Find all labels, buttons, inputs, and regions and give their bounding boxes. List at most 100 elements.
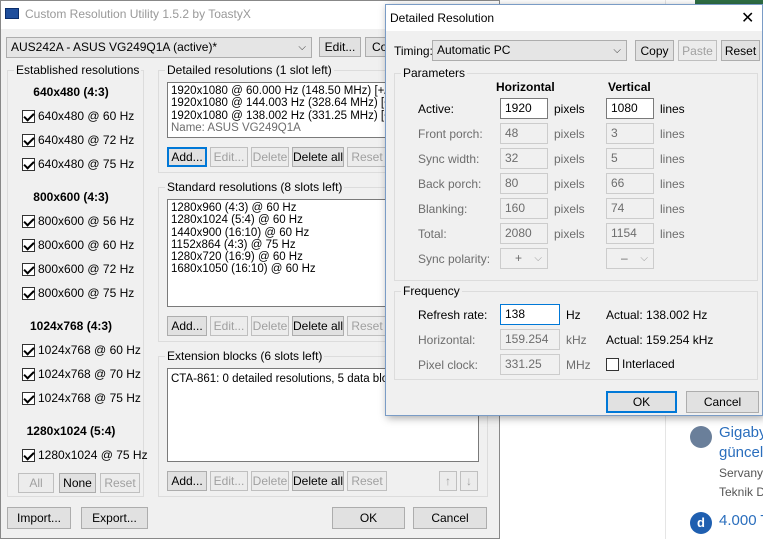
list-item[interactable]: 1920x1080 @ 144.003 Hz (328.64 MHz) [+/-… xyxy=(171,97,390,109)
delete-all-extension-button[interactable]: Delete all xyxy=(292,471,344,491)
checkbox-icon xyxy=(606,357,619,371)
res-label: 640x480 @ 72 Hz xyxy=(38,133,135,147)
param-label: Front porch: xyxy=(418,127,483,141)
list-item-name[interactable]: Name: ASUS VG249Q1A xyxy=(171,122,387,134)
edit-monitor-button[interactable]: Edit... xyxy=(319,37,361,57)
res-label: 640x480 @ 75 Hz xyxy=(38,157,135,171)
delete-extension-button[interactable]: Delete xyxy=(251,471,289,491)
checkbox-icon xyxy=(22,448,35,462)
list-item[interactable]: 1680x1050 (16:10) @ 60 Hz xyxy=(171,263,387,275)
import-button[interactable]: Import... xyxy=(7,507,71,529)
none-button[interactable]: None xyxy=(59,473,96,493)
v-sync-polarity-select[interactable]: – ⌵ xyxy=(606,248,654,269)
edit-extension-button[interactable]: Edit... xyxy=(210,471,248,491)
h-sync-polarity-select[interactable]: + ⌵ xyxy=(500,248,548,269)
checkbox-icon xyxy=(22,343,35,357)
standard-title: Standard resolutions (8 slots left) xyxy=(165,180,345,194)
v-blanking-input[interactable]: 74 xyxy=(606,198,654,219)
timing-label: Timing: xyxy=(394,44,433,58)
checkbox-icon xyxy=(22,238,35,252)
list-item[interactable]: 1920x1080 @ 60.000 Hz (148.50 MHz) [+/+] xyxy=(171,85,390,97)
timing-select[interactable]: Automatic PC ⌵ xyxy=(432,40,627,61)
parameters-title: Parameters xyxy=(401,66,468,80)
res-label: 1024x768 @ 75 Hz xyxy=(38,391,141,405)
reset-extension-button[interactable]: Reset xyxy=(347,471,387,491)
res-checkbox[interactable]: 640x480 @ 60 Hz xyxy=(22,109,134,123)
list-item[interactable]: 1440x900 (16:10) @ 60 Hz xyxy=(171,227,387,239)
standard-list[interactable]: 1280x960 (4:3) @ 60 Hz 1280x1024 (5:4) @… xyxy=(167,199,391,307)
reset-button[interactable]: Reset xyxy=(721,40,760,61)
export-button[interactable]: Export... xyxy=(81,507,148,529)
h-blanking-input[interactable]: 160 xyxy=(500,198,548,219)
reset-standard-button[interactable]: Reset xyxy=(347,316,387,336)
pixel-clock-input[interactable]: 331.25 xyxy=(500,354,560,375)
v-active-input[interactable]: 1080 xyxy=(606,98,654,119)
list-item[interactable]: 1280x720 (16:9) @ 60 Hz xyxy=(171,251,387,263)
cancel-main-button[interactable]: Cancel xyxy=(413,507,487,529)
horizontal-header: Horizontal xyxy=(496,80,555,94)
res-checkbox[interactable]: 800x600 @ 75 Hz xyxy=(22,286,134,300)
h-front-porch-input[interactable]: 48 xyxy=(500,123,548,144)
horizontal-freq-input[interactable]: 159.254 xyxy=(500,329,560,350)
h-unit: pixels xyxy=(554,152,585,166)
edit-detailed-button[interactable]: Edit... xyxy=(210,147,248,167)
list-item[interactable]: 1920x1080 @ 138.002 Hz (331.25 MHz) [+/-… xyxy=(171,110,390,122)
res-checkbox[interactable]: 640x480 @ 72 Hz xyxy=(22,133,134,147)
monitor-select-value: AUS242A - ASUS VG249Q1A (active)* xyxy=(11,40,218,54)
res-checkbox[interactable]: 800x600 @ 60 Hz xyxy=(22,238,134,252)
ok-main-button[interactable]: OK xyxy=(332,507,405,529)
list-item[interactable]: 1280x960 (4:3) @ 60 Hz xyxy=(171,202,387,214)
delete-detailed-button[interactable]: Delete xyxy=(251,147,289,167)
add-detailed-button[interactable]: Add... xyxy=(167,147,207,167)
h-total-input[interactable]: 2080 xyxy=(500,223,548,244)
interlaced-checkbox[interactable]: Interlaced xyxy=(606,357,675,371)
edit-standard-button[interactable]: Edit... xyxy=(210,316,248,336)
dialog-titlebar[interactable]: Detailed Resolution ✕ xyxy=(386,5,762,31)
background-item-title-2[interactable]: güncel xyxy=(719,444,763,461)
res-checkbox[interactable]: 800x600 @ 56 Hz xyxy=(22,214,134,228)
detailed-list[interactable]: 1920x1080 @ 60.000 Hz (148.50 MHz) [+/+]… xyxy=(167,82,391,138)
background-item-title[interactable]: Gigaby xyxy=(719,424,763,441)
res-label: 1024x768 @ 70 Hz xyxy=(38,367,141,381)
res-checkbox[interactable]: 1024x768 @ 75 Hz xyxy=(22,391,141,405)
h-back-porch-input[interactable]: 80 xyxy=(500,173,548,194)
delete-all-standard-button[interactable]: Delete all xyxy=(292,316,344,336)
move-down-button[interactable]: ↓ xyxy=(460,471,478,491)
h-sync-width-input[interactable]: 32 xyxy=(500,148,548,169)
dialog-title: Detailed Resolution xyxy=(390,11,495,25)
v-sync-width-input[interactable]: 5 xyxy=(606,148,654,169)
paste-button[interactable]: Paste xyxy=(678,40,717,61)
v-total-input[interactable]: 1154 xyxy=(606,223,654,244)
ok-dialog-button[interactable]: OK xyxy=(606,391,677,413)
res-checkbox[interactable]: 1280x1024 @ 75 Hz xyxy=(22,448,148,462)
delete-all-detailed-button[interactable]: Delete all xyxy=(292,147,344,167)
v-back-porch-input[interactable]: 66 xyxy=(606,173,654,194)
res-checkbox[interactable]: 1024x768 @ 70 Hz xyxy=(22,367,141,381)
all-button[interactable]: All xyxy=(18,473,54,493)
detailed-resolution-dialog: Detailed Resolution ✕ Timing: Automatic … xyxy=(385,4,763,416)
monitor-select[interactable]: AUS242A - ASUS VG249Q1A (active)* ⌵ xyxy=(6,37,312,58)
delete-standard-button[interactable]: Delete xyxy=(251,316,289,336)
move-up-button[interactable]: ↑ xyxy=(439,471,457,491)
param-label: Sync width: xyxy=(418,152,480,166)
checkbox-icon xyxy=(22,133,35,147)
v-front-porch-input[interactable]: 3 xyxy=(606,123,654,144)
add-standard-button[interactable]: Add... xyxy=(167,316,207,336)
close-icon[interactable]: ✕ xyxy=(741,8,754,28)
reset-established-button[interactable]: Reset xyxy=(100,473,140,493)
background-avatar-2: d xyxy=(690,512,712,534)
reset-detailed-button[interactable]: Reset xyxy=(347,147,387,167)
add-extension-button[interactable]: Add... xyxy=(167,471,207,491)
checkbox-icon xyxy=(22,157,35,171)
refresh-rate-input[interactable]: 138 xyxy=(500,304,560,325)
h-active-input[interactable]: 1920 xyxy=(500,98,548,119)
res-checkbox[interactable]: 640x480 @ 75 Hz xyxy=(22,157,134,171)
list-item[interactable]: 1152x864 (4:3) @ 75 Hz xyxy=(171,239,387,251)
cancel-dialog-button[interactable]: Cancel xyxy=(686,391,759,413)
list-item[interactable]: 1280x1024 (5:4) @ 60 Hz xyxy=(171,214,387,226)
res-checkbox[interactable]: 800x600 @ 72 Hz xyxy=(22,262,134,276)
background-item-title-3[interactable]: 4.000 T xyxy=(719,512,763,529)
pixel-clock-label: Pixel clock: xyxy=(418,358,479,372)
res-checkbox[interactable]: 1024x768 @ 60 Hz xyxy=(22,343,141,357)
copy-button[interactable]: Copy xyxy=(635,40,674,61)
